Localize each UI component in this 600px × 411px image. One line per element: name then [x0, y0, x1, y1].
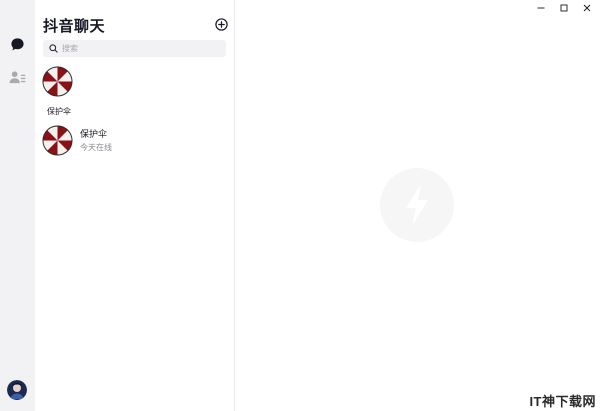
contacts-nav-icon[interactable]: [8, 68, 27, 87]
maximize-icon: [560, 4, 568, 12]
close-button[interactable]: [578, 2, 596, 14]
page-title: 抖音聊天: [43, 18, 106, 35]
main-pane: [236, 0, 600, 411]
conversation-row[interactable]: 保护伞 今天在线: [35, 120, 234, 160]
plus-circle-icon: [215, 18, 228, 31]
search-box[interactable]: [43, 40, 226, 57]
minimize-button[interactable]: [532, 2, 550, 14]
add-chat-button[interactable]: [215, 18, 228, 31]
umbrella-avatar: [42, 66, 73, 97]
nav-rail: [0, 0, 35, 411]
search-input[interactable]: [62, 44, 212, 53]
contacts-list-icon: [9, 71, 26, 84]
chat-list-panel: 抖音聊天 保护伞: [35, 0, 235, 411]
close-icon: [583, 4, 591, 12]
pinned-contact[interactable]: 保护伞: [42, 66, 74, 117]
conversation-text: 保护伞 今天在线: [80, 127, 112, 153]
user-avatar-icon: [7, 380, 27, 400]
site-watermark: IT神下载网: [529, 394, 596, 409]
pinned-contact-name: 保护伞: [47, 107, 71, 116]
douyin-logo-watermark-icon: [380, 168, 454, 242]
maximize-button[interactable]: [555, 2, 573, 14]
conversation-status: 今天在线: [80, 143, 112, 152]
chat-bubble-icon: [11, 38, 24, 51]
umbrella-avatar: [42, 124, 73, 156]
conversation-name: 保护伞: [80, 129, 108, 139]
search-icon: [49, 44, 58, 53]
minimize-icon: [537, 7, 545, 9]
chat-nav-icon[interactable]: [8, 35, 27, 54]
user-avatar[interactable]: [7, 380, 27, 400]
